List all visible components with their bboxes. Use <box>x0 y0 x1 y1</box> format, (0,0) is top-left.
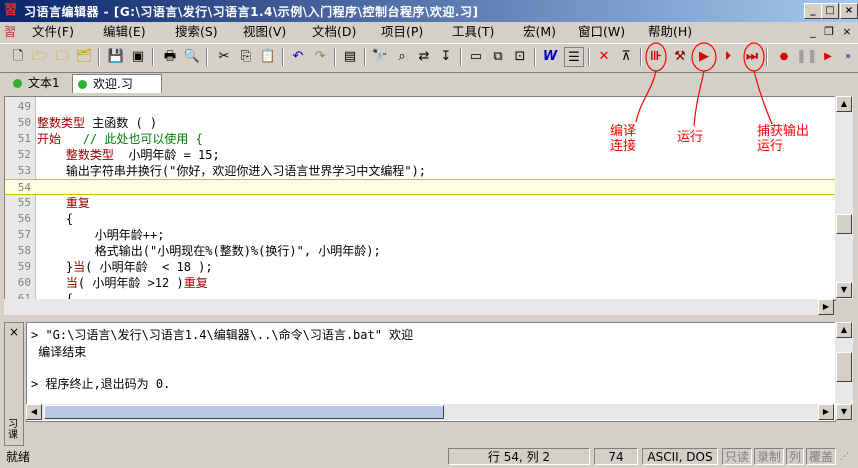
title-bar: 習 习语言编辑器 - [G:\习语言\发行\习语言1.4\示例\入门程序\控制台… <box>0 0 858 22</box>
scroll-up-button[interactable]: ▲ <box>836 322 852 338</box>
replace-icon[interactable]: ⇄ <box>414 47 434 67</box>
code-line: 53 输出字符串并换行("你好，欢迎你进入习语言世界学习中文编程"); <box>17 164 427 178</box>
output-line: > "G:\习语言\发行\习语言1.4\编辑器\..\命令\习语言.bat" 欢… <box>31 328 414 342</box>
cut-icon[interactable]: ✂ <box>214 47 234 67</box>
scroll-down-button[interactable]: ▼ <box>836 404 852 420</box>
redo-icon[interactable]: ↷ <box>310 47 330 67</box>
menu-file[interactable]: 文件(F) <box>32 24 74 40</box>
toolbar-separator <box>588 48 590 66</box>
menu-window[interactable]: 窗口(W) <box>578 24 625 40</box>
status-cursor-position: 行 54, 列 2 <box>448 448 590 465</box>
goto-line-icon[interactable]: ↧ <box>436 47 456 67</box>
paste-icon[interactable]: 📋 <box>258 47 278 67</box>
output-side-panel: × 习 课 <box>4 322 24 446</box>
doc-close-button[interactable]: × <box>840 25 854 38</box>
print-icon[interactable]: 🖶 <box>160 47 180 67</box>
line-numbers-icon[interactable]: ☰ <box>564 47 584 67</box>
output-line: > 程序终止,退出码为 0. <box>31 377 171 391</box>
print-preview-icon[interactable]: 🔍 <box>182 47 202 67</box>
open-file-icon[interactable]: 🗁 <box>30 47 50 67</box>
code-line: 60 当( 小明年龄 >12 )重复 <box>17 276 208 290</box>
open-folder-icon[interactable]: 🗀 <box>52 47 72 67</box>
tab-welcome[interactable]: 欢迎.习 <box>72 74 162 93</box>
select-all-icon[interactable]: ▤ <box>340 47 360 67</box>
code-line: 56 { <box>17 212 74 226</box>
output-close-button[interactable]: × <box>9 325 19 339</box>
status-record[interactable]: 录制 <box>754 448 784 465</box>
toolbar-separator <box>206 48 208 66</box>
scroll-down-button[interactable]: ▼ <box>836 282 852 298</box>
status-readonly[interactable]: 只读 <box>722 448 752 465</box>
scroll-thumb[interactable] <box>44 405 444 419</box>
annotation-run: 运行 <box>677 130 704 145</box>
current-line: 54 <box>5 179 835 195</box>
document-icon <box>13 79 22 88</box>
tab-label: 文本1 <box>28 76 60 90</box>
toolbar-separator <box>334 48 336 66</box>
window-title: 习语言编辑器 - [G:\习语言\发行\习语言1.4\示例\入门程序\控制台程序… <box>24 5 479 19</box>
tab-label: 欢迎.习 <box>93 77 133 91</box>
status-ready: 就绪 <box>6 450 31 464</box>
menu-search[interactable]: 搜索(S) <box>175 24 218 40</box>
save-all-icon[interactable]: ▣ <box>128 47 148 67</box>
status-bar: 就绪 行 54, 列 2 74 ASCII, DOS 只读 录制 列 覆盖 ⋰ <box>0 446 858 468</box>
more-tools-icon[interactable]: » <box>838 47 858 67</box>
resize-grip-icon[interactable]: ⋰ <box>840 452 849 462</box>
status-column-mode[interactable]: 列 <box>786 448 804 465</box>
annotation-capture-output-run: 捕获输出 运行 <box>757 124 810 154</box>
code-line: 58 格式输出("小明现在%(整数)%(换行)", 小明年龄); <box>17 244 381 258</box>
maximize-button[interactable]: □ <box>821 3 839 19</box>
output-vertical-scrollbar[interactable]: ▲ ▼ <box>835 322 853 420</box>
undo-icon[interactable]: ↶ <box>288 47 308 67</box>
minimize-button[interactable]: _ <box>804 3 822 19</box>
status-char-count: 74 <box>594 448 638 465</box>
menu-edit[interactable]: 编辑(E) <box>103 24 146 40</box>
copy-icon[interactable]: ⎘ <box>236 47 256 67</box>
code-line: 55 重复 <box>17 196 90 210</box>
status-overwrite[interactable]: 覆盖 <box>806 448 836 465</box>
output-line: 编译结束 <box>31 345 87 359</box>
document-icon <box>78 80 87 89</box>
window-icon[interactable]: ▭ <box>466 47 486 67</box>
toolbar-separator <box>534 48 536 66</box>
menu-document[interactable]: 文档(D) <box>312 24 356 40</box>
toolbar-separator <box>98 48 100 66</box>
code-line: 57 小明年龄++; <box>17 228 165 242</box>
output-horizontal-scrollbar[interactable]: ◀ ▶ <box>26 404 834 420</box>
scroll-thumb[interactable] <box>836 214 852 234</box>
doc-minimize-button[interactable]: _ <box>806 25 820 38</box>
menu-macro[interactable]: 宏(M) <box>523 24 556 40</box>
doc-restore-button[interactable]: ❐ <box>822 25 836 38</box>
save-icon[interactable]: 💾 <box>106 47 126 67</box>
menu-help[interactable]: 帮助(H) <box>648 24 692 40</box>
output-side-label: 习 课 <box>8 419 18 441</box>
recent-files-icon[interactable]: 🗂 <box>74 47 94 67</box>
scroll-right-button[interactable]: ▶ <box>818 299 834 315</box>
scroll-right-button[interactable]: ▶ <box>818 404 834 420</box>
menu-view[interactable]: 视图(V) <box>243 24 286 40</box>
code-line: 59 }当( 小明年龄 < 18 ); <box>17 260 213 274</box>
word-wrap-icon[interactable]: W <box>540 47 560 67</box>
toolbar-separator <box>282 48 284 66</box>
status-encoding: ASCII, DOS <box>642 448 718 465</box>
toolbar-separator <box>152 48 154 66</box>
scroll-thumb[interactable] <box>836 352 852 382</box>
find-next-icon[interactable]: ⌕ <box>392 47 412 67</box>
toolbar-separator <box>460 48 462 66</box>
menu-bar: 習 文件(F) 编辑(E) 搜索(S) 视图(V) 文档(D) 项目(P) 工具… <box>0 22 858 42</box>
new-file-icon[interactable]: 🗋 <box>8 47 28 67</box>
output-window-icon[interactable]: ⊡ <box>510 47 530 67</box>
close-button[interactable]: × <box>840 3 858 19</box>
app-icon[interactable]: 習 <box>4 3 20 19</box>
editor-horizontal-scrollbar[interactable]: ▶ <box>4 299 834 315</box>
menu-project[interactable]: 项目(P) <box>381 24 423 40</box>
cascade-icon[interactable]: ⧉ <box>488 47 508 67</box>
toolbar-separator <box>364 48 366 66</box>
find-icon[interactable]: 🔭 <box>370 47 390 67</box>
scroll-left-button[interactable]: ◀ <box>26 404 42 420</box>
annotation-compile-link: 编译 连接 <box>610 124 637 154</box>
menu-tools[interactable]: 工具(T) <box>452 24 494 40</box>
document-icon[interactable]: 習 <box>2 24 18 40</box>
